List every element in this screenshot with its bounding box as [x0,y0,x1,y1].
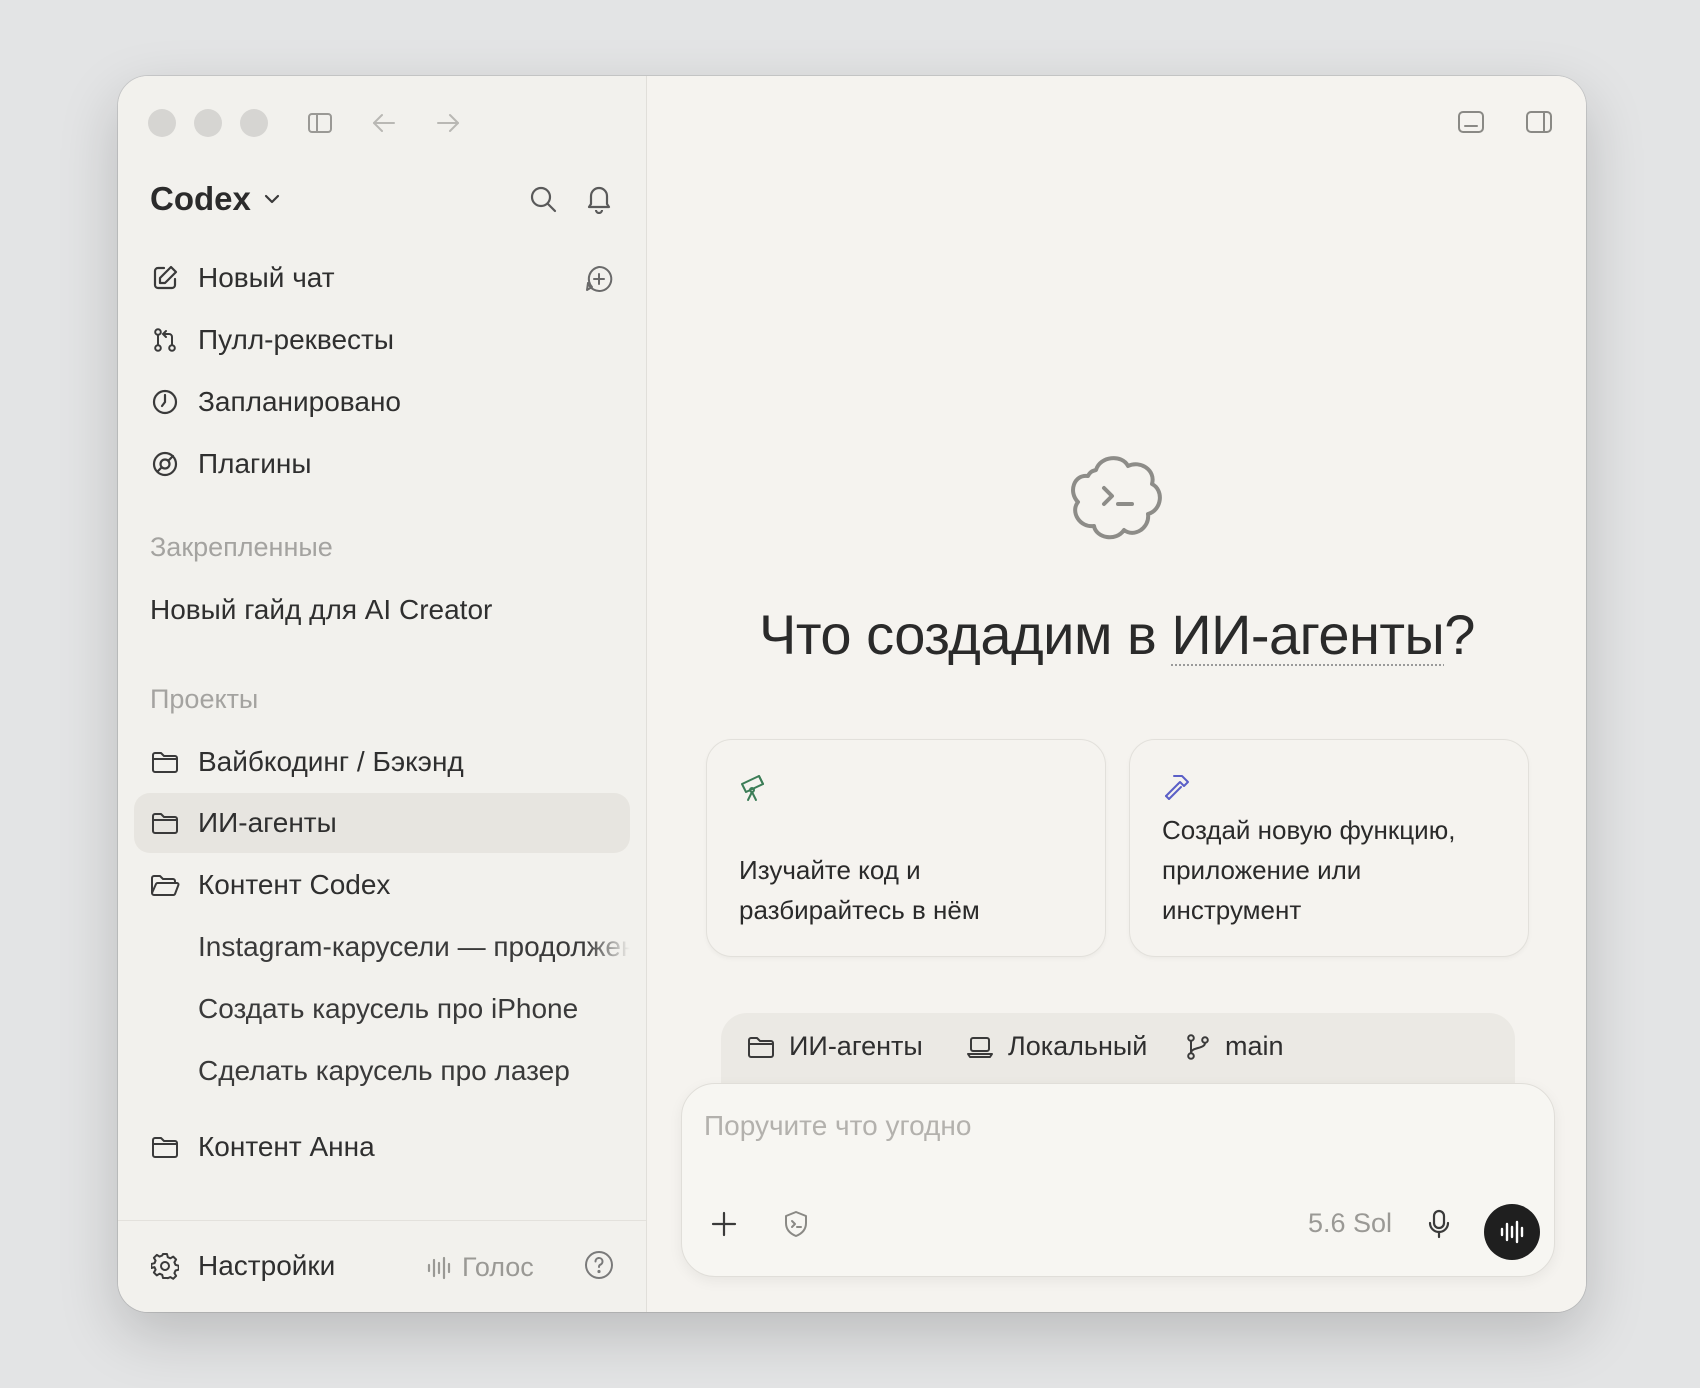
plus-icon[interactable] [710,1210,738,1238]
thread-item[interactable]: Сделать карусель про лазер [198,1055,630,1087]
suggestion-card-text: Изучайте код и разбирайтесь в нём [739,850,1077,930]
gear-icon [150,1251,180,1281]
main-panel: Что создадим в ИИ-агенты? Изучайте код и… [648,76,1586,1312]
card-line: разбирайтесь в нём [739,895,980,925]
card-line: Изучайте код и [739,855,921,885]
terminal-panel-icon[interactable] [1456,107,1486,137]
context-branch-label: main [1225,1031,1284,1061]
codex-logo-icon [1066,446,1166,546]
hammer-icon [1162,772,1192,802]
card-line: приложение или [1162,855,1362,885]
context-project-button[interactable]: ИИ-агенты [747,1031,923,1062]
nav-pull-requests[interactable]: Пулл-реквесты [150,315,614,365]
git-branch-icon [1185,1033,1211,1061]
heading-suffix: ? [1444,603,1475,666]
folder-icon [150,747,180,777]
forward-arrow-icon[interactable] [434,109,462,137]
sidebar: Codex Новый чат Пулл-реквесты Запланиров… [118,76,647,1312]
model-selector[interactable]: 5.6 Sol [1308,1208,1392,1239]
context-branch-button[interactable]: main [1185,1031,1284,1062]
folder-icon [747,1035,775,1059]
nav-scheduled[interactable]: Запланировано [150,377,614,427]
right-panel-toggle-icon[interactable] [1524,107,1554,137]
card-line: Создай новую функцию, [1162,815,1456,845]
prompt-input[interactable] [704,1110,1304,1142]
nav-new-chat-label: Новый чат [198,262,335,293]
telescope-icon [739,772,769,802]
heading-project-link[interactable]: ИИ-агенты [1171,603,1444,666]
chevron-down-icon [261,188,283,210]
sidebar-footer-divider [118,1220,646,1221]
app-switcher[interactable]: Codex [150,180,283,218]
edit-icon [150,263,180,293]
folder-icon [150,808,180,838]
new-chat-plus-icon[interactable] [584,264,614,294]
voice-label: Голос [462,1252,534,1282]
permissions-shield-icon[interactable] [782,1210,810,1238]
window-minimize-button[interactable] [194,109,222,137]
project-label: Вайбкодинг / Бэкэнд [198,746,464,777]
suggestion-card-text: Создай новую функцию, приложение или инстр… [1162,810,1500,930]
window-close-button[interactable] [148,109,176,137]
context-environment-button[interactable]: Локальный [966,1031,1147,1062]
context-project-label: ИИ-агенты [789,1031,923,1061]
laptop-icon [966,1035,994,1059]
folder-open-icon [150,870,180,900]
project-item[interactable]: Контент Анна [150,1122,614,1172]
nav-plugins[interactable]: Плагины [150,439,614,489]
card-line: инструмент [1162,895,1302,925]
suggestion-card-build[interactable]: Создай новую функцию, приложение или инстр… [1129,739,1529,957]
project-item-selected[interactable]: ИИ-агенты [150,798,614,848]
projects-section-title: Проекты [150,684,259,714]
welcome-heading: Что создадим в ИИ-агенты? [648,602,1586,667]
bell-icon[interactable] [584,182,614,214]
pull-request-icon [150,325,180,355]
pinned-item[interactable]: Новый гайд для AI Creator [150,594,492,626]
help-icon[interactable] [584,1250,614,1280]
project-item[interactable]: Вайбкодинг / Бэкэнд [150,737,614,787]
settings-label: Настройки [198,1250,336,1281]
back-arrow-icon[interactable] [370,109,398,137]
clock-icon [150,387,180,417]
project-label: Контент Codex [198,869,391,900]
thread-item[interactable]: Создать карусель про iPhone [198,993,630,1025]
window-zoom-button[interactable] [240,109,268,137]
voice-waveform-icon [1498,1219,1526,1245]
voice-mode-button[interactable] [1484,1204,1540,1260]
voice-button[interactable]: Голос [426,1252,534,1283]
project-item-open[interactable]: Контент Codex [150,860,614,910]
settings-button[interactable]: Настройки [150,1241,335,1291]
pinned-section-title: Закрепленные [150,532,333,562]
folder-icon [150,1132,180,1162]
nav-scheduled-label: Запланировано [198,386,401,417]
app-window: Codex Новый чат Пулл-реквесты Запланиров… [118,76,1586,1312]
project-label: Контент Анна [198,1131,375,1162]
heading-prefix: Что создадим в [759,603,1172,666]
app-title: Codex [150,180,251,217]
microphone-icon[interactable] [1426,1208,1452,1240]
search-icon[interactable] [528,184,558,214]
nav-pull-requests-label: Пулл-реквесты [198,324,394,355]
context-environment-label: Локальный [1008,1031,1148,1061]
composer: 5.6 Sol [681,1083,1555,1277]
suggestion-card-explore[interactable]: Изучайте код и разбирайтесь в нём [706,739,1106,957]
sidebar-toggle-icon[interactable] [306,109,334,137]
plugin-icon [150,449,180,479]
nav-new-chat[interactable]: Новый чат [150,253,614,303]
nav-plugins-label: Плагины [198,448,312,479]
voice-waveform-icon [426,1255,452,1281]
project-label: ИИ-агенты [198,807,337,838]
thread-item[interactable]: Instagram-карусели — продолжение [198,931,630,963]
